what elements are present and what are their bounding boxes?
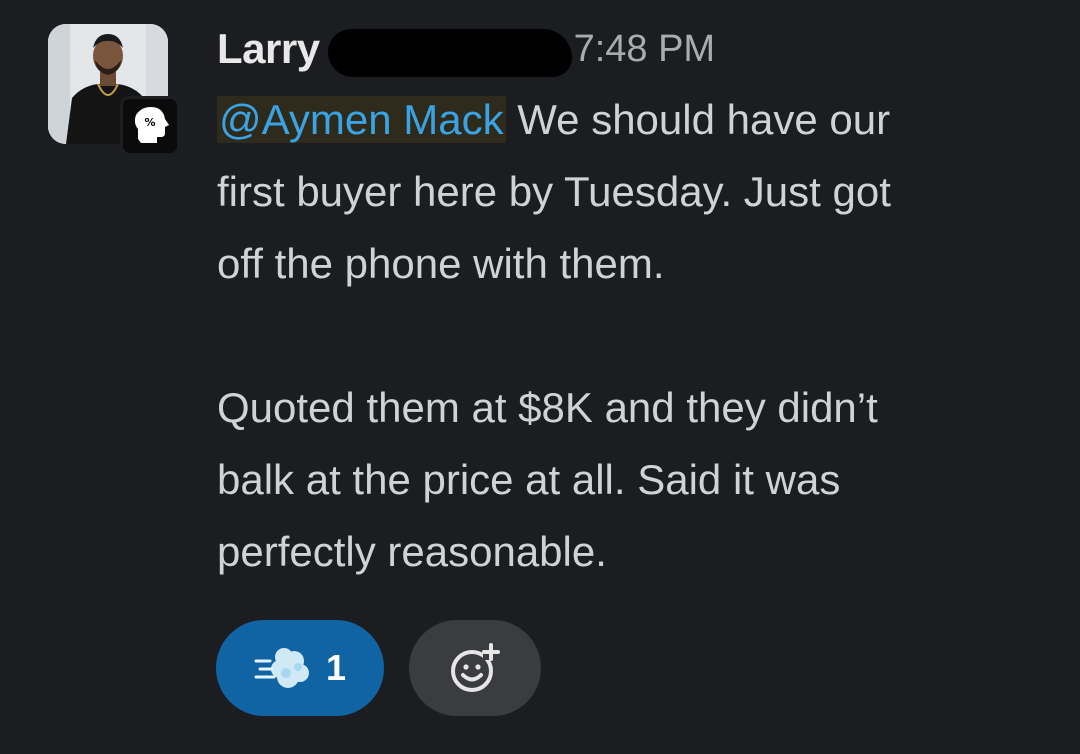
company-logo-badge: % — [120, 96, 180, 156]
message-text: perfectly reasonable. — [217, 528, 607, 575]
message-text: We should have our — [505, 96, 891, 143]
message-header: Larry 7:48 PM — [217, 22, 1057, 77]
author-name[interactable]: Larry — [217, 25, 320, 73]
add-reaction-button[interactable] — [409, 620, 541, 716]
add-emoji-icon — [451, 643, 500, 692]
message-text: first buyer here by Tuesday. Just got — [217, 168, 891, 215]
reaction-count: 1 — [325, 647, 347, 688]
svg-text:%: % — [144, 116, 155, 129]
message-text: off the phone with them. — [217, 240, 665, 287]
redaction-mark — [327, 29, 572, 77]
message-content: Larry 7:48 PM @Aymen Mack We should have… — [217, 22, 1057, 588]
dash-emoji-icon — [254, 648, 309, 688]
reaction-dash[interactable]: 1 — [216, 620, 384, 716]
user-mention[interactable]: @Aymen Mack — [217, 96, 506, 143]
message-body: @Aymen Mack We should have our first buy… — [217, 84, 1057, 588]
reactions-bar: 1 — [216, 620, 541, 716]
timestamp[interactable]: 7:48 PM — [574, 28, 716, 71]
message-text: Quoted them at $8K and they didn’t — [217, 384, 878, 431]
message-text: balk at the price at all. Said it was — [217, 456, 841, 503]
